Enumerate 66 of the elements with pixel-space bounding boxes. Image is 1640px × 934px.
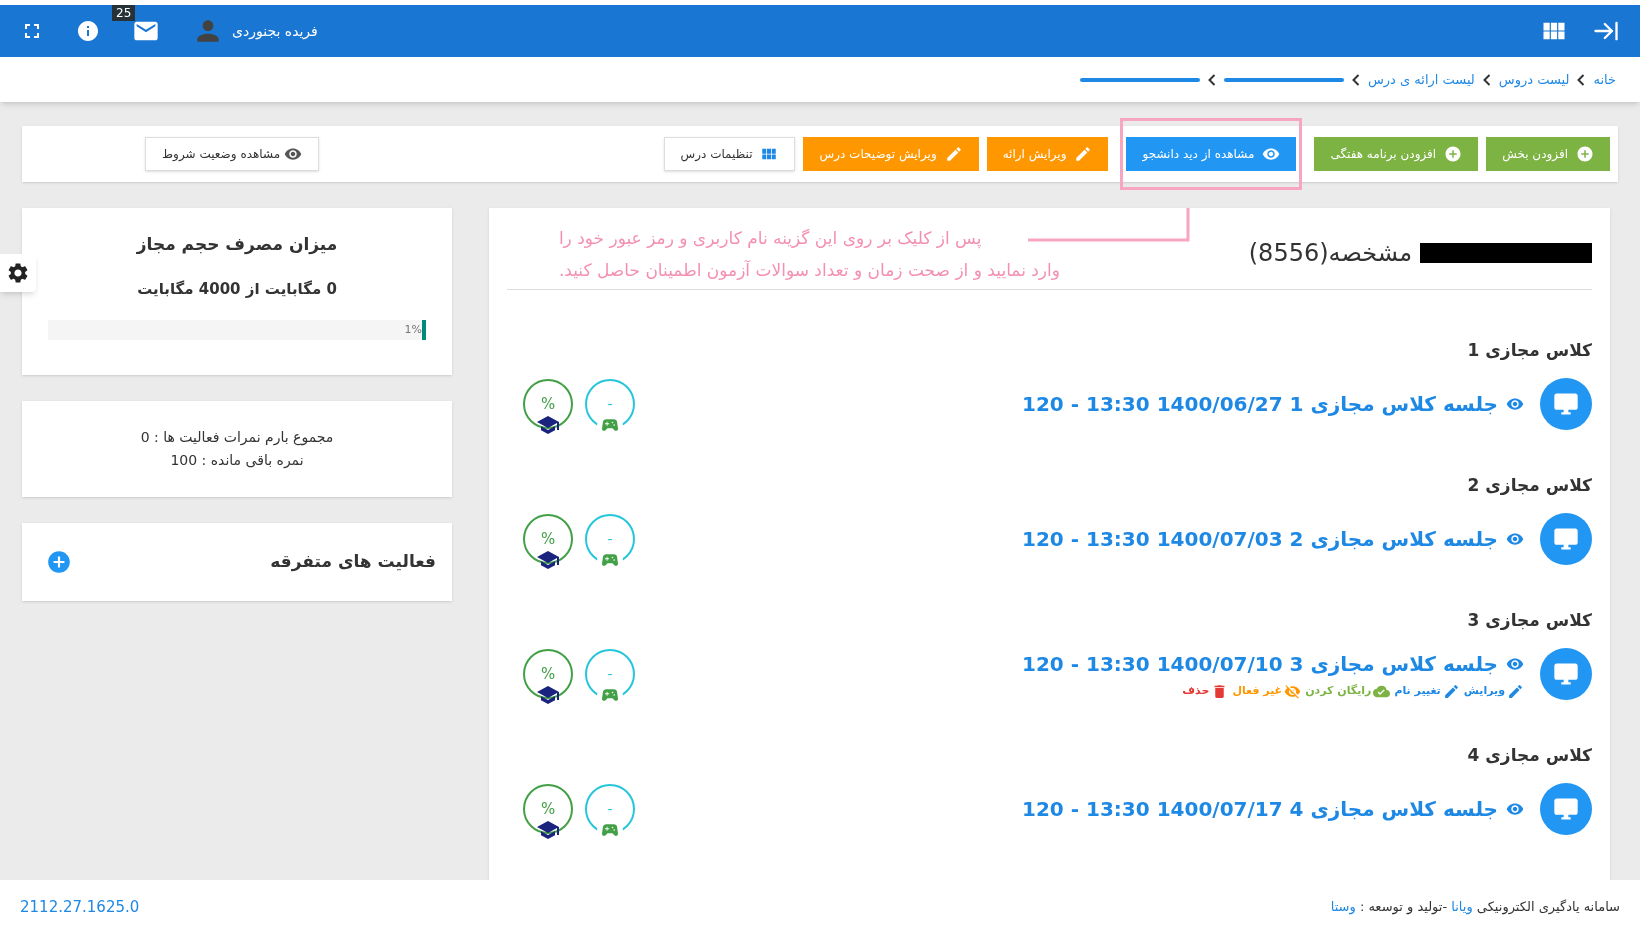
breadcrumb-link[interactable]: خانه [1593,69,1616,90]
breadcrumb-link[interactable]: لیست ارائه ی درس [1367,69,1475,90]
toolbar-button[interactable]: مشاهده از دید دانشجو [1126,137,1297,171]
monitor-button[interactable] [1540,513,1592,565]
eye-off-icon [1284,682,1302,700]
section-title: کلاس مجازی 1 [1466,339,1592,362]
toolbar-button[interactable]: ویرایش ارائه [986,137,1109,171]
info-icon[interactable] [76,19,100,43]
pencil-icon [1507,682,1524,700]
pencil-icon [944,145,963,163]
usage-reading: 1% [404,322,422,338]
developer-link[interactable]: وستا [1330,899,1356,915]
monitor-button[interactable] [1540,783,1592,835]
session-action[interactable]: رایگان کردن [1305,682,1391,700]
eye-icon [284,145,303,163]
eye-icon[interactable] [1506,530,1524,548]
usage-title: میزان مصرف حجم مجاز [136,233,338,257]
version-number: 2112.27.1625.0 [20,896,140,918]
session-link[interactable]: جلسه کلاس مجازی 3 1400/07/10 13:30 - 120 [1022,648,1498,679]
session-link[interactable]: جلسه کلاس مجازی 2 1400/07/03 13:30 - 120 [1022,524,1498,554]
misc-title: فعالیت های متفرقه [270,550,436,574]
toolbar-button[interactable]: افزودن بخش [1486,137,1610,171]
graduation-cap-icon [536,548,560,572]
plus-icon [1444,145,1463,163]
course-title: مشخصه(8556) [1248,237,1412,269]
conditions-button[interactable]: مشاهده وضعیت شروط [145,137,320,171]
user-name[interactable]: فریده بجنوردی [232,20,318,42]
settings-icon [6,261,30,285]
section-title: کلاس مجازی 3 [1466,609,1592,632]
section-title: کلاس مجازی 4 [1466,744,1592,767]
chevron-icon [1351,73,1360,86]
plus-icon [1576,145,1594,163]
session-link[interactable]: جلسه کلاس مجازی 1 1400/06/27 13:30 - 120 [1022,389,1498,419]
score-line: نمره باقی مانده : 100 [170,451,304,470]
chevron-icon [1577,73,1586,86]
session-link[interactable]: جلسه کلاس مجازی 4 1400/07/17 13:30 - 120 [1022,794,1498,824]
session-action[interactable]: تغییر نام [1394,682,1460,700]
session-action[interactable]: غیر فعال [1232,682,1302,700]
settings-tab[interactable] [0,254,36,292]
toolbar-button[interactable]: تنظیمات درس [663,137,796,171]
add-icon[interactable] [46,549,72,575]
chevron-icon [1207,73,1216,86]
mail-badge: 25 [112,5,136,21]
brand-link[interactable]: ویانا [1451,899,1473,915]
eye-icon [1262,145,1281,163]
graduation-cap-icon [536,413,560,437]
graduation-cap-icon [536,818,560,842]
footer-credit: سامانه یادگیری الکترونیکی ویانا -تولید و توسعه : وستا [1330,898,1620,917]
graduation-cap-icon [536,683,560,707]
pencil-icon [1442,682,1460,700]
breadcrumb-link[interactable]: لیست دروس [1498,69,1570,90]
section-title: کلاس مجازی 2 [1466,474,1592,497]
toolbar-button[interactable]: افزودن برنامه هفتگی [1314,137,1479,171]
annotation-text: وارد نمایید و از صحت زمان و تعداد سوالات آزمون اطمینان حاصل کنید. [558,258,1060,282]
session-action[interactable]: ویرایش [1463,682,1524,700]
eye-icon[interactable] [1506,395,1524,413]
monitor-button[interactable] [1540,648,1592,700]
eye-icon[interactable] [1506,800,1524,818]
chevron-icon [1482,73,1491,86]
score-line: مجموع بارم نمرات فعالیت ها : 0 [140,428,334,448]
toolbar-button[interactable]: ویرایش توضیحات درس [803,137,979,171]
annotation-text: پس از کلیک بر روی این گزینه نام کاربری و رمز عبور خود را [558,227,982,251]
monitor-button[interactable] [1540,378,1592,430]
usage-summary: 0 مگابایت از 4000 مگابایت [137,278,337,300]
session-action[interactable]: حذف [1182,682,1229,700]
pencil-icon [1074,145,1093,163]
